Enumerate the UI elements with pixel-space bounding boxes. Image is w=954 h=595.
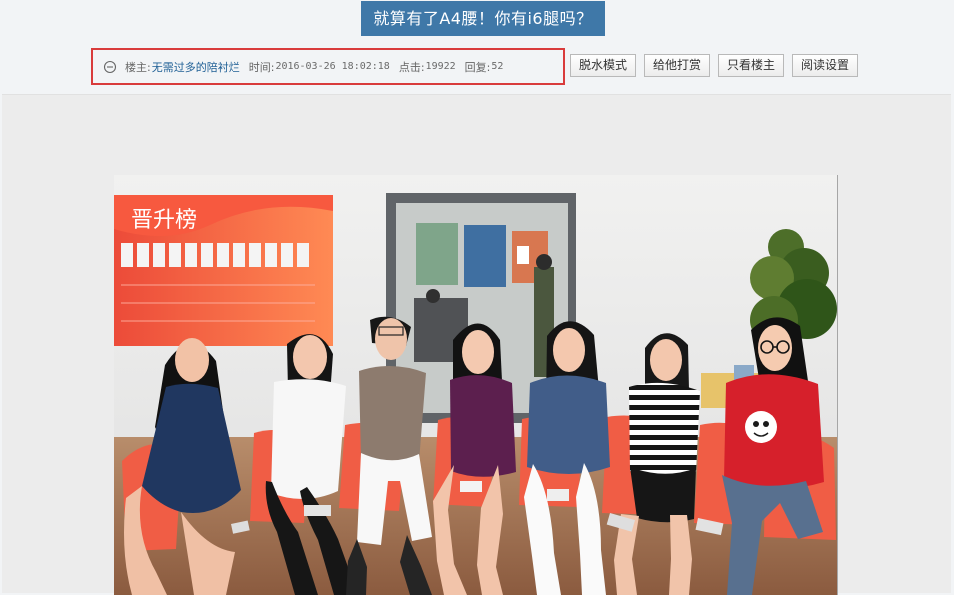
- click-count: 点击: 19922: [399, 59, 456, 75]
- replies-label: 回复:: [465, 59, 491, 75]
- author-name-link[interactable]: 无需过多的陪衬烂: [152, 59, 240, 75]
- reply-count: 回复: 52: [465, 59, 504, 75]
- background-person-left-head: [426, 289, 440, 303]
- title-area: 就算有了A4腰！你有i6腿吗？: [0, 0, 954, 42]
- time-value: 2016-03-26 18:02:18: [275, 61, 389, 72]
- author-label: 楼主:: [125, 59, 151, 75]
- time-label: 时间:: [249, 59, 275, 75]
- promotion-board-title: 晋升榜: [131, 208, 197, 233]
- background-person-right-head: [536, 254, 552, 270]
- post-content-panel: 晋升榜: [2, 94, 951, 593]
- group-photo-illustration: 晋升榜: [114, 175, 838, 595]
- author-meta: 楼主: 无需过多的陪衬烂: [125, 59, 240, 75]
- post-photo: 晋升榜: [114, 175, 838, 595]
- clicks-label: 点击:: [399, 59, 425, 75]
- tip-author-button[interactable]: 给他打赏: [644, 54, 710, 77]
- author-icon: [103, 60, 117, 74]
- post-time: 时间: 2016-03-26 18:02:18: [249, 59, 390, 75]
- bulletin-board-center: [464, 225, 506, 287]
- bulletin-label: [517, 246, 529, 264]
- bulletin-board-left: [416, 223, 458, 285]
- post-meta-highlight: 楼主: 无需过多的陪衬烂 时间: 2016-03-26 18:02:18 点击:…: [91, 48, 565, 85]
- author-only-button[interactable]: 只看楼主: [718, 54, 784, 77]
- replies-value: 52: [491, 61, 503, 72]
- dehydrate-mode-button[interactable]: 脱水模式: [570, 54, 636, 77]
- clicks-value: 19922: [426, 61, 456, 72]
- post-title: 就算有了A4腰！你有i6腿吗？: [361, 1, 604, 36]
- reading-settings-button[interactable]: 阅读设置: [792, 54, 858, 77]
